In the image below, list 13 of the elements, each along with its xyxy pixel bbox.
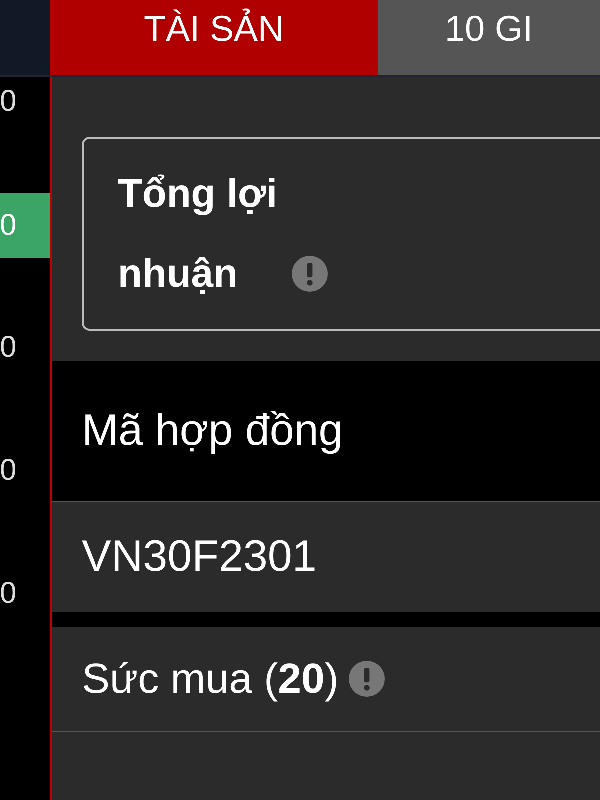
column-header: Mã hợp đồng (82, 406, 344, 456)
info-icon[interactable] (348, 661, 385, 697)
tab[interactable]: 10 GI (378, 0, 600, 75)
price-cell-text: 0 (0, 453, 18, 489)
tab[interactable]: TÀI SẢN (50, 0, 378, 75)
price-cell: 0 (0, 193, 50, 258)
buying-power-label: Sức mua (20) (82, 655, 339, 703)
info-icon[interactable] (292, 256, 328, 292)
price-cell-text: 0 (0, 576, 18, 612)
profit-title: Tổng lợi nhuận (118, 171, 279, 298)
price-cell-text: 0 (0, 330, 18, 366)
price-cell-text: 0 (0, 84, 18, 120)
contract-code: VN30F2301 (82, 532, 317, 582)
